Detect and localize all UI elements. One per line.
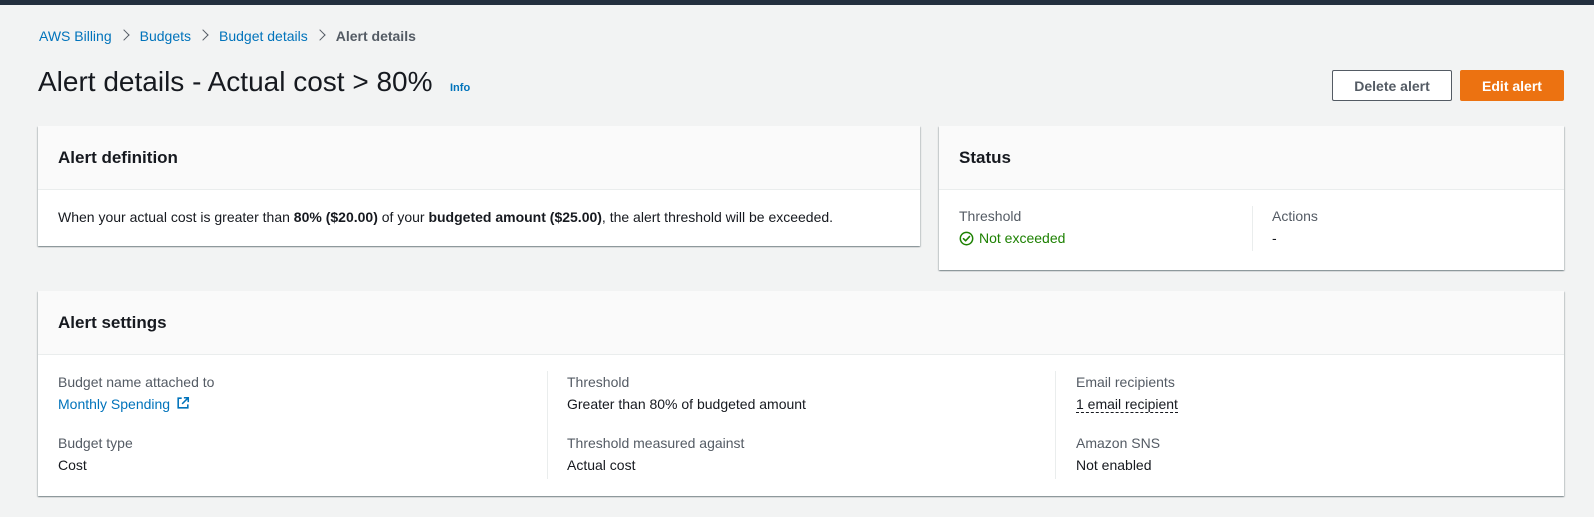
column-divider (547, 371, 548, 479)
status-title: Status (959, 147, 1011, 167)
budget-type-value: Cost (58, 457, 87, 473)
threshold-label: Threshold (567, 374, 630, 390)
column-divider (1055, 371, 1056, 479)
breadcrumb: AWS Billing Budgets Budget details Alert… (39, 27, 416, 45)
email-recipients-field: Email recipients 1 email recipient (1076, 374, 1178, 413)
definition-text-part: When your actual cost is greater than (58, 209, 294, 225)
budgeted-amount: budgeted amount ($25.00) (428, 209, 602, 225)
budget-name-label: Budget name attached to (58, 374, 215, 390)
alert-settings-panel: Alert settings Budget name attached to M… (38, 291, 1564, 496)
page-title: Alert details - Actual cost > 80% (38, 66, 433, 97)
breadcrumb-aws-billing[interactable]: AWS Billing (39, 28, 112, 44)
email-recipients-label: Email recipients (1076, 374, 1175, 390)
panel-header: Alert settings (38, 291, 1564, 355)
alert-definition-panel: Alert definition When your actual cost i… (38, 126, 920, 246)
definition-text-part: of your (377, 209, 429, 225)
threshold-measured-label: Threshold measured against (567, 435, 745, 451)
panel-header: Alert definition (38, 126, 920, 190)
amazon-sns-value: Not enabled (1076, 457, 1152, 473)
alert-definition-text: When your actual cost is greater than 80… (58, 209, 833, 225)
budget-type-label: Budget type (58, 435, 133, 451)
chevron-right-icon (114, 28, 138, 44)
info-link[interactable]: Info (450, 82, 470, 94)
status-actions-label: Actions (1272, 208, 1318, 224)
definition-text-part: , the alert threshold will be exceeded. (601, 209, 834, 225)
email-recipients-popover[interactable]: 1 email recipient (1076, 396, 1178, 413)
delete-alert-button[interactable]: Delete alert (1332, 70, 1452, 101)
budget-name-link[interactable]: Monthly Spending (58, 396, 170, 412)
threshold-measured-value: Actual cost (567, 457, 636, 473)
external-link-icon[interactable] (176, 396, 190, 410)
budget-type-field: Budget type Cost (58, 435, 133, 473)
status-threshold-field: Threshold Not exceeded (959, 208, 1065, 246)
email-recipients-value: 1 email recipient (1076, 396, 1178, 413)
status-actions-value: - (1272, 230, 1277, 246)
budget-name-value: Monthly Spending (58, 396, 214, 412)
alert-definition-title: Alert definition (58, 147, 178, 167)
status-threshold-value: Not exceeded (959, 230, 1065, 246)
threshold-value: Greater than 80% of budgeted amount (567, 396, 806, 412)
budget-name-field: Budget name attached to Monthly Spending (58, 374, 214, 412)
chevron-right-icon (310, 28, 334, 44)
status-panel: Status Threshold Not exceeded Actions - (939, 126, 1564, 270)
status-actions-field: Actions - (1272, 208, 1318, 246)
breadcrumb-budget-details[interactable]: Budget details (219, 28, 308, 44)
threshold-amount: 80% ($20.00) (293, 209, 378, 225)
breadcrumb-budgets[interactable]: Budgets (140, 28, 191, 44)
alert-settings-title: Alert settings (58, 312, 167, 332)
column-divider (1252, 206, 1253, 251)
amazon-sns-field: Amazon SNS Not enabled (1076, 435, 1160, 473)
threshold-measured-field: Threshold measured against Actual cost (567, 435, 744, 473)
breadcrumb-current: Alert details (335, 28, 416, 44)
edit-alert-button[interactable]: Edit alert (1460, 70, 1564, 101)
threshold-field: Threshold Greater than 80% of budgeted a… (567, 374, 806, 412)
amazon-sns-label: Amazon SNS (1076, 435, 1161, 451)
status-threshold-label: Threshold (959, 208, 1022, 224)
check-circle-icon (959, 231, 974, 245)
panel-header: Status (939, 126, 1564, 190)
top-navigation-bar (0, 0, 1594, 5)
status-threshold-text: Not exceeded (979, 230, 1066, 246)
chevron-right-icon (193, 28, 217, 44)
